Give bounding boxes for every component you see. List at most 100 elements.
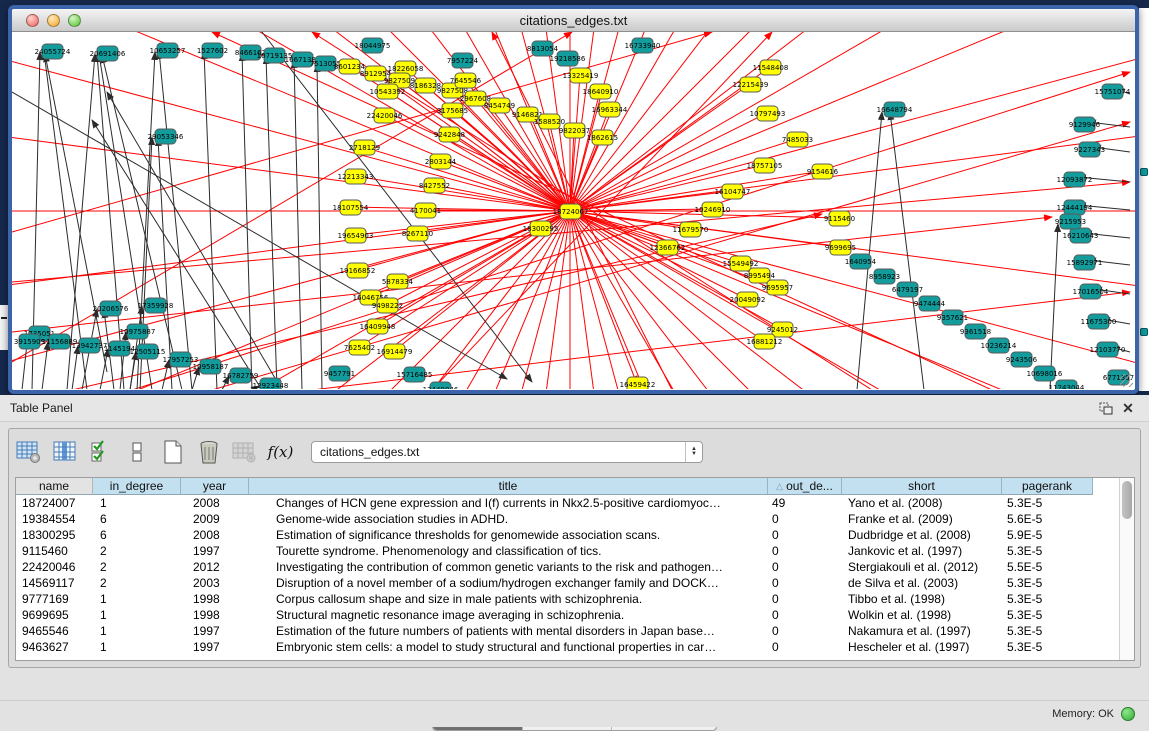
network-node[interactable]: 15751074 [1095,84,1131,99]
network-node[interactable]: 17016504 [1073,284,1109,299]
network-node[interactable]: 20049092 [730,292,766,307]
table-settings-icon[interactable] [15,439,42,465]
table-row[interactable]: 1872400712008Changes of HCN gene express… [16,495,1134,511]
network-node[interactable]: 16104747 [715,184,751,199]
network-node[interactable]: 12449046 [423,382,459,389]
table-row[interactable]: 2242004622012Investigating the contribut… [16,559,1134,575]
table-row[interactable]: 977716911998Corpus callosum shape and si… [16,591,1134,607]
network-node[interactable]: 12103770 [1090,342,1126,357]
column-header-name[interactable]: name [16,478,93,495]
column-header-title[interactable]: title [249,478,768,495]
network-node[interactable]: 9129946 [1069,117,1101,132]
cell-title: Estimation of the future numbers of pati… [249,623,768,639]
table-row[interactable]: 1938455462009Genome-wide association stu… [16,511,1134,527]
network-canvas[interactable]: 2405572420691406106532571527602846616210… [12,32,1135,389]
network-node[interactable]: 16914479 [377,344,413,359]
network-node[interactable]: 15716485 [397,367,433,382]
network-node[interactable]: 12093872 [1057,172,1093,187]
network-node[interactable]: 22420046 [367,108,403,123]
resize-grip[interactable] [1120,374,1133,387]
network-node[interactable]: 1527602 [197,43,228,58]
network-node[interactable]: 20206576 [93,301,129,316]
network-node[interactable]: 19166852 [340,263,376,278]
network-node[interactable]: 9242848 [434,127,465,142]
network-node[interactable]: 9115460 [824,211,855,226]
network-node[interactable]: 11548408 [753,60,789,75]
network-node[interactable]: 3175685 [437,103,468,118]
table-selector-dropdown[interactable]: citations_edges.txt ▲▼ [311,441,703,463]
network-node[interactable]: 11243044 [1049,380,1085,389]
network-node[interactable]: 18107554 [333,200,369,215]
select-columns-icon[interactable] [87,439,114,465]
cell-pagerank: 5.3E-5 [1002,591,1093,607]
network-node[interactable]: 7485033 [782,132,813,147]
cell-in_degree: 2 [93,575,181,591]
row-height-icon[interactable] [123,439,150,465]
new-file-icon[interactable] [159,439,186,465]
column-header-in_degree[interactable]: in_degree [93,478,181,495]
zoom-window-button[interactable] [68,14,81,27]
network-node[interactable]: 9474444 [914,296,946,311]
table-row[interactable]: 1456911722003Disruption of a novel membe… [16,575,1134,591]
network-node[interactable]: 6479197 [892,282,923,297]
network-node[interactable]: 9243506 [1006,352,1038,367]
network-node[interactable]: 12213343 [338,169,374,184]
network-node[interactable]: 19218586 [550,51,586,66]
svg-text:9498222: 9498222 [372,302,403,310]
svg-text:10797493: 10797493 [750,110,786,118]
table-scrollbar[interactable] [1119,478,1134,660]
table-row[interactable]: 946554611997Estimation of the future num… [16,623,1134,639]
close-window-button[interactable] [26,14,39,27]
network-node[interactable]: 10698016 [1027,366,1063,381]
network-node[interactable]: 16733940 [625,38,661,53]
network-node[interactable]: 18757105 [747,158,783,173]
network-node[interactable]: 20691406 [90,46,126,61]
network-node[interactable]: 18044975 [355,38,391,53]
svg-text:10698016: 10698016 [1027,370,1063,378]
column-header-out_degree[interactable]: △out_de... [768,478,842,495]
network-node[interactable]: 16459422 [620,377,656,389]
memory-ok-indicator [1121,707,1135,721]
network-node[interactable]: 9215953 [1055,214,1086,229]
minimize-window-button[interactable] [47,14,60,27]
table-row[interactable]: 911546021997Tourette syndrome. Phenomeno… [16,543,1134,559]
delete-rows-icon[interactable] [195,439,222,465]
cell-short: Franke et al. (2009) [842,511,1002,527]
svg-text:10236214: 10236214 [981,342,1017,350]
network-node[interactable]: 9699695 [825,240,856,255]
network-node[interactable]: 9457791 [324,366,355,381]
network-node[interactable]: 9361518 [960,324,991,339]
network-node[interactable]: 10236214 [981,338,1017,353]
float-window-icon[interactable] [1095,399,1117,417]
citation-network-graph[interactable]: 2405572420691406106532571527602846616210… [12,32,1135,389]
network-node[interactable]: 2803144 [425,154,457,169]
svg-text:8427552: 8427552 [419,182,450,190]
column-header-short[interactable]: short [842,478,1002,495]
network-node[interactable]: 29053346 [148,129,184,144]
scrollbar-thumb[interactable] [1122,481,1132,519]
network-node[interactable]: 18640910 [583,84,619,99]
network-node[interactable]: 15892971 [1067,255,1103,270]
network-node[interactable]: 12444194 [1057,200,1093,215]
column-header-pagerank[interactable]: pagerank [1002,478,1093,495]
cell-short: Stergiakouli et al. (2012) [842,559,1002,575]
network-node[interactable]: 11679570 [673,222,709,237]
network-node[interactable]: 4170041 [410,203,441,218]
function-builder-icon[interactable]: f(x) [267,439,294,465]
table-row[interactable]: 1830029562008Estimation of significance … [16,527,1134,543]
network-node[interactable]: 7957224 [447,53,479,68]
show-columns-icon[interactable] [51,439,78,465]
network-node[interactable]: 13325419 [563,68,599,83]
svg-text:9361518: 9361518 [960,328,991,336]
close-panel-icon[interactable]: ✕ [1117,399,1139,417]
network-node[interactable]: 11675300 [1081,314,1117,329]
window-titlebar[interactable]: citations_edges.txt [12,9,1135,32]
network-node[interactable]: 8958923 [869,269,900,284]
network-node[interactable]: 16210643 [1063,228,1099,243]
table-row[interactable]: 969969511998Structural magnetic resonanc… [16,607,1134,623]
table-row[interactable]: 946362711997Embryonic stem cells: a mode… [16,639,1134,655]
network-node[interactable]: 7625402 [344,340,375,355]
column-header-year[interactable]: year [181,478,249,495]
network-node[interactable]: 1640954 [845,254,877,269]
network-node[interactable]: 8267110 [402,226,433,241]
